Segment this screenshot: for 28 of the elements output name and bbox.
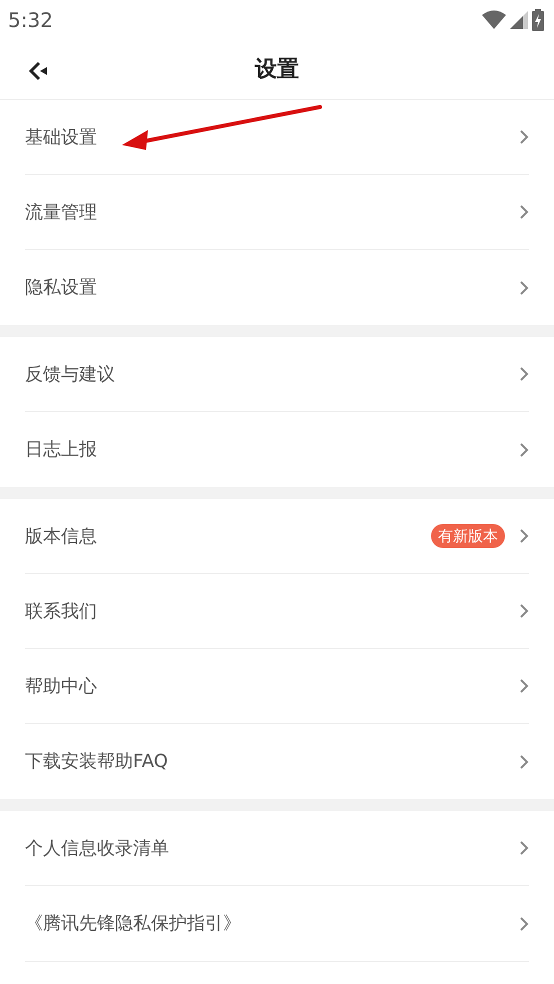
- settings-item[interactable]: 个人信息收录清单: [25, 811, 529, 886]
- settings-item[interactable]: 版本信息 有新版本: [25, 499, 529, 574]
- back-icon: [28, 60, 50, 82]
- settings-item[interactable]: 隐私设置: [25, 250, 529, 325]
- settings-item[interactable]: 联系我们: [25, 574, 529, 649]
- chevron-icon: [519, 916, 529, 932]
- signal-icon: [510, 11, 528, 29]
- chevron-icon: [519, 678, 529, 694]
- new-version-tag: 有新版本: [431, 524, 505, 548]
- settings-item[interactable]: 《腾讯先锋隐私保护指引》: [25, 886, 529, 961]
- chevron-icon: [519, 442, 529, 458]
- status-time: 5:32: [8, 7, 53, 34]
- chevron-icon: [519, 280, 529, 296]
- chevron-icon: [519, 528, 529, 544]
- wifi-icon: [482, 10, 506, 30]
- chevron-icon: [519, 840, 529, 856]
- chevron-icon: [519, 204, 529, 220]
- settings-item[interactable]: 日志上报: [25, 412, 529, 487]
- settings-item[interactable]: 反馈与建议: [25, 337, 529, 412]
- settings-item[interactable]: 帮助中心: [25, 649, 529, 724]
- page-title: 设置: [255, 56, 299, 84]
- chevron-icon: [519, 366, 529, 382]
- settings-item[interactable]: 流量管理: [25, 175, 529, 250]
- chevron-icon: [519, 754, 529, 770]
- chevron-icon: [519, 603, 529, 619]
- chevron-icon: [519, 129, 529, 145]
- battery-icon: [532, 9, 544, 31]
- settings-item[interactable]: 下载安装帮助FAQ: [25, 724, 529, 799]
